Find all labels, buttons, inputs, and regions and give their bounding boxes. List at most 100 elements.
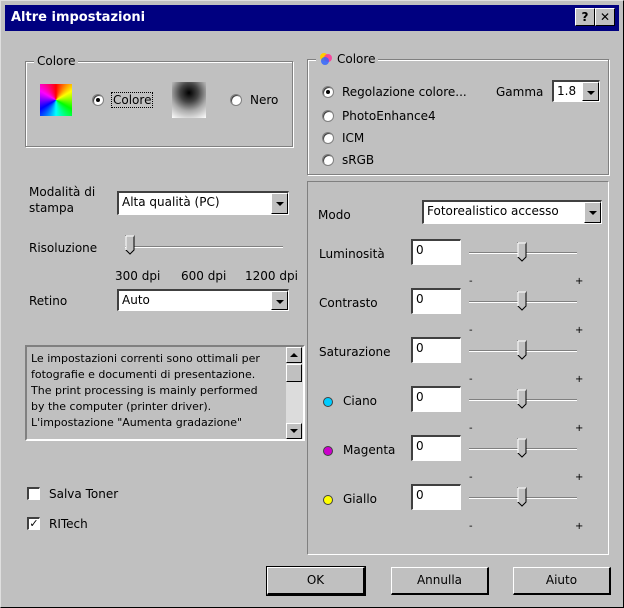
tick-minus: - [469,276,473,287]
chevron-down-icon[interactable] [584,202,601,223]
adjust-value-input[interactable]: 0 [411,239,461,265]
adjust-slider-thumb[interactable] [517,487,527,507]
tick-minus: - [469,325,473,336]
ritech-checkbox[interactable]: ✓ [27,517,40,530]
save-toner-checkbox[interactable] [27,487,40,500]
color-group-legend: Colore [34,54,79,68]
grayscale-icon [172,82,206,118]
tick-minus: - [469,521,473,532]
adjust-value-input[interactable]: 0 [411,484,461,510]
adjust-label: Magenta [343,443,396,457]
srgb-label[interactable]: sRGB [342,153,374,167]
icm-label[interactable]: ICM [342,131,364,145]
resolution-slider-thumb[interactable] [125,235,135,255]
close-title-button[interactable]: ✕ [595,8,615,26]
adjust-value-input[interactable]: 0 [411,435,461,461]
resolution-tick-600: 600 dpi [181,269,227,283]
save-toner-label[interactable]: Salva Toner [49,487,118,501]
resolution-tick-300: 300 dpi [115,269,161,283]
gamma-label: Gamma [496,85,544,99]
chevron-down-icon[interactable] [271,193,288,214]
description-line: Le impostazioni correnti sono ottimali p… [31,352,260,365]
photoenhance-label[interactable]: PhotoEnhance4 [342,109,436,123]
tick-plus: + [575,472,584,483]
scroll-up-icon[interactable] [286,347,302,363]
color-mode-legend: Colore [316,52,379,66]
resolution-label: Risoluzione [29,241,98,255]
halftone-select[interactable]: Auto [117,289,289,311]
scroll-thumb[interactable] [286,364,302,382]
tick-minus: - [469,423,473,434]
color-wheel-icon [320,53,332,65]
help-button[interactable]: Aiuto [513,567,611,595]
cancel-button[interactable]: Annulla [391,567,489,595]
chevron-down-icon[interactable] [582,82,599,101]
description-box[interactable]: Le impostazioni correnti sono ottimali p… [25,345,305,441]
print-mode-select[interactable]: Alta qualità (PC) [117,191,289,215]
color-radio[interactable] [92,94,104,106]
title-bar[interactable]: Altre impostazioni ? ✕ [5,5,619,31]
mode-label: Modo [318,208,351,222]
adjust-value: 0 [416,341,424,355]
srgb-radio[interactable] [322,154,334,166]
tick-plus: + [575,325,584,336]
chevron-down-icon[interactable] [271,291,288,310]
tick-plus: + [575,423,584,434]
tick-plus: + [575,374,584,385]
color-adjust-radio[interactable] [322,86,334,98]
adjust-value-input[interactable]: 0 [411,337,461,363]
adjust-value: 0 [416,390,424,404]
adjust-slider-thumb[interactable] [517,291,527,311]
giallo-swatch-icon [323,495,333,505]
adjust-value-input[interactable]: 0 [411,386,461,412]
halftone-value: Auto [122,293,150,307]
resolution-tick-1200: 1200 dpi [245,269,298,283]
adjust-value: 0 [416,488,424,502]
tick-minus: - [469,472,473,483]
adjust-value-input[interactable]: 0 [411,288,461,314]
ok-button[interactable]: OK [266,566,366,596]
print-mode-label-line2: stampa [29,201,74,215]
adjust-label: Ciano [343,394,378,408]
help-title-button[interactable]: ? [575,8,595,26]
adjust-slider-thumb[interactable] [517,389,527,409]
description-line: The print processing is mainly performed [31,384,258,397]
adjust-value: 0 [416,292,424,306]
black-radio[interactable] [230,94,242,106]
adjust-slider-thumb[interactable] [517,242,527,262]
gamma-select[interactable]: 1.8 [552,80,600,102]
ciano-swatch-icon [323,397,333,407]
print-mode-label-line1: Modalità di [29,185,96,199]
description-text: Le impostazioni correnti sono ottimali p… [31,351,285,431]
color-adjust-label[interactable]: Regolazione colore... [342,85,467,99]
gamma-value: 1.8 [557,84,577,98]
adjust-label: Luminosità [319,247,385,261]
halftone-label: Retino [29,294,68,308]
adjust-slider-thumb[interactable] [517,340,527,360]
mode-select[interactable]: Fotorealistico accesso [422,200,602,224]
scroll-down-icon[interactable] [286,423,302,439]
icm-radio[interactable] [322,132,334,144]
description-line: fotografie e documenti di presentazione. [31,368,256,381]
color-mode-legend-text: Colore [337,52,376,66]
adjust-label: Saturazione [319,345,391,359]
color-groupbox: Colore Colore Nero [25,54,293,147]
adjust-slider-thumb[interactable] [517,438,527,458]
print-mode-value: Alta qualità (PC) [122,195,220,209]
tick-plus: + [575,521,584,532]
resolution-track[interactable] [125,246,283,248]
color-mode-groupbox: Colore Regolazione colore... PhotoEnhanc… [307,52,609,175]
magenta-swatch-icon [323,446,333,456]
description-scrollbar[interactable] [286,347,303,439]
ritech-label[interactable]: RITech [49,517,88,531]
description-line: by the computer (printer driver). [31,400,212,413]
photoenhance-radio[interactable] [322,110,334,122]
tick-minus: - [469,374,473,385]
adjust-value: 0 [416,243,424,257]
color-radio-label[interactable]: Colore [110,92,154,108]
adjust-label: Giallo [343,492,377,506]
window-title: Altre impostazioni [11,10,146,25]
black-radio-label[interactable]: Nero [250,93,278,107]
adjust-label: Contrasto [319,296,378,310]
description-line: L'impostazione "Aumenta gradazione" [31,416,243,429]
